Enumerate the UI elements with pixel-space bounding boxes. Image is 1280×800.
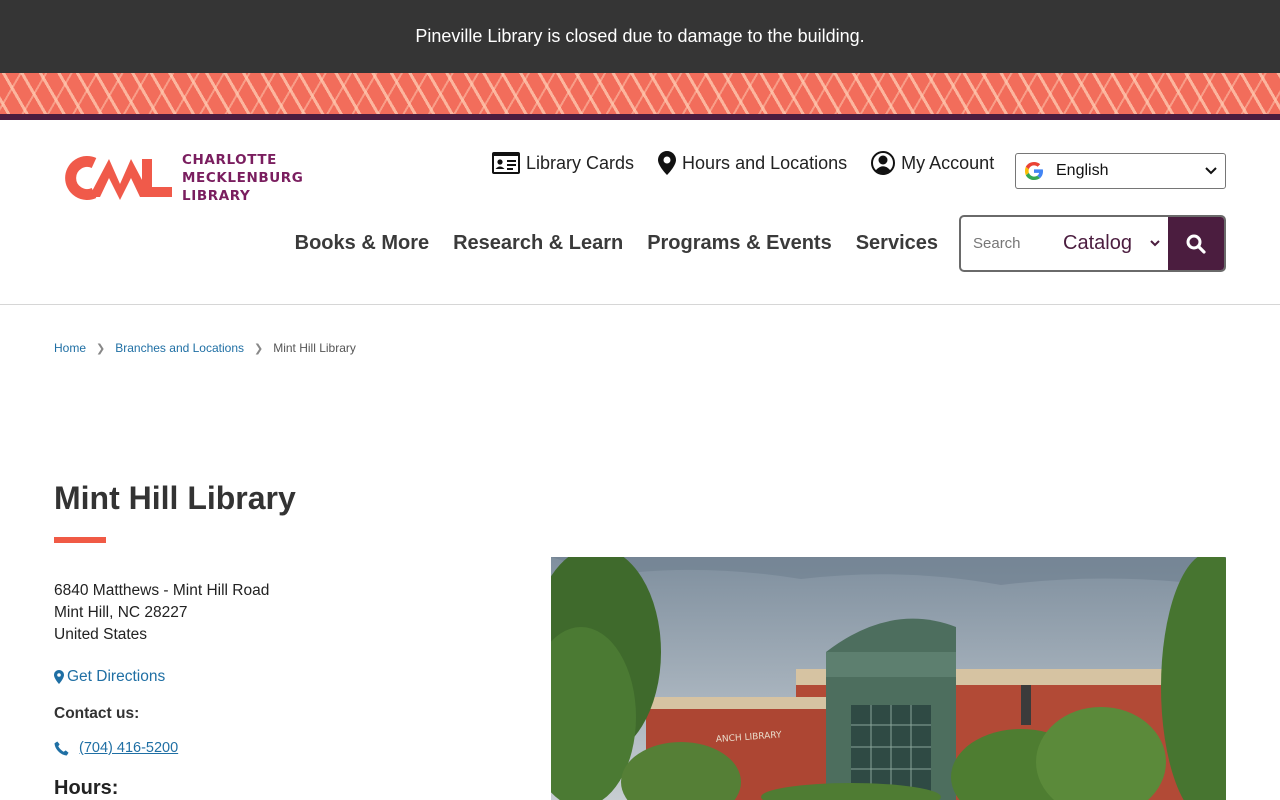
get-directions-label: Get Directions (67, 668, 166, 685)
address-city: Mint Hill, NC 28227 (54, 604, 188, 621)
chevron-right-icon: ❯ (96, 342, 106, 355)
language-select[interactable]: English (1015, 153, 1226, 189)
search-scope-value: Catalog (1063, 232, 1132, 254)
nav-programs-events[interactable]: Programs & Events (647, 232, 832, 255)
library-cards-label: Library Cards (526, 152, 635, 173)
decorative-divider (0, 114, 1280, 120)
chevron-down-icon (1205, 167, 1217, 175)
branch-photo: ANCH LIBRARY (551, 557, 1226, 800)
search-box: Catalog (959, 215, 1226, 272)
logo-wordmark: CHARLOTTE MECKLENBURG LIBRARY (182, 151, 303, 205)
cml-logo-mark-icon (65, 156, 172, 200)
chevron-down-icon (1150, 240, 1160, 247)
google-icon (1025, 162, 1043, 180)
nav-services[interactable]: Services (856, 232, 938, 255)
branch-address: 6840 Matthews - Mint Hill Road Mint Hill… (54, 580, 269, 646)
map-pin-icon (658, 151, 677, 175)
library-cards-link[interactable]: Library Cards (492, 148, 634, 178)
nav-books-more[interactable]: Books & More (295, 232, 429, 255)
breadcrumb-branches[interactable]: Branches and Locations (115, 341, 244, 355)
phone-number-link[interactable]: (704) 416-5200 (79, 740, 178, 756)
chevron-right-icon: ❯ (254, 342, 264, 355)
hours-locations-link[interactable]: Hours and Locations (658, 148, 847, 178)
logo-line-charlotte: CHARLOTTE (182, 152, 277, 168)
phone-icon (54, 740, 69, 755)
main-nav: Books & More Research & Learn Programs &… (271, 232, 938, 255)
library-building-photo: ANCH LIBRARY (551, 557, 1226, 800)
my-account-label: My Account (901, 152, 995, 173)
breadcrumb: Home ❯ Branches and Locations ❯ Mint Hil… (54, 341, 356, 355)
alert-message: Pineville Library is closed due to damag… (415, 26, 865, 46)
decorative-pattern-band (0, 73, 1280, 114)
page-title: Mint Hill Library (54, 480, 296, 516)
header-divider (0, 304, 1280, 305)
my-account-link[interactable]: My Account (871, 148, 994, 178)
alert-banner: Pineville Library is closed due to damag… (0, 0, 1280, 73)
search-icon (1186, 234, 1206, 254)
get-directions-link[interactable]: Get Directions (54, 668, 165, 686)
address-street: 6840 Matthews - Mint Hill Road (54, 582, 270, 599)
nav-research-learn[interactable]: Research & Learn (453, 232, 623, 255)
title-accent-bar (54, 537, 106, 543)
search-input[interactable] (961, 217, 1053, 270)
language-selected-value: English (1056, 162, 1109, 179)
user-circle-icon (871, 151, 896, 175)
logo-line-mecklenburg: MECKLENBURG (182, 170, 304, 186)
logo-line-library: LIBRARY (182, 188, 251, 204)
address-country: United States (54, 626, 148, 643)
map-marker-icon (54, 670, 64, 684)
search-button[interactable] (1168, 217, 1224, 270)
breadcrumb-current: Mint Hill Library (273, 341, 356, 355)
phone-row: (704) 416-5200 (54, 740, 178, 756)
breadcrumb-home[interactable]: Home (54, 341, 86, 355)
contact-heading: Contact us: (54, 705, 140, 722)
search-scope-select[interactable]: Catalog (1053, 217, 1168, 270)
site-logo[interactable]: CHARLOTTE MECKLENBURG LIBRARY (54, 151, 303, 205)
hours-locations-label: Hours and Locations (682, 152, 848, 173)
id-card-icon (492, 152, 520, 174)
hours-heading: Hours: (54, 777, 119, 799)
utility-nav: Library Cards Hours and Locations My Acc… (492, 148, 1018, 178)
